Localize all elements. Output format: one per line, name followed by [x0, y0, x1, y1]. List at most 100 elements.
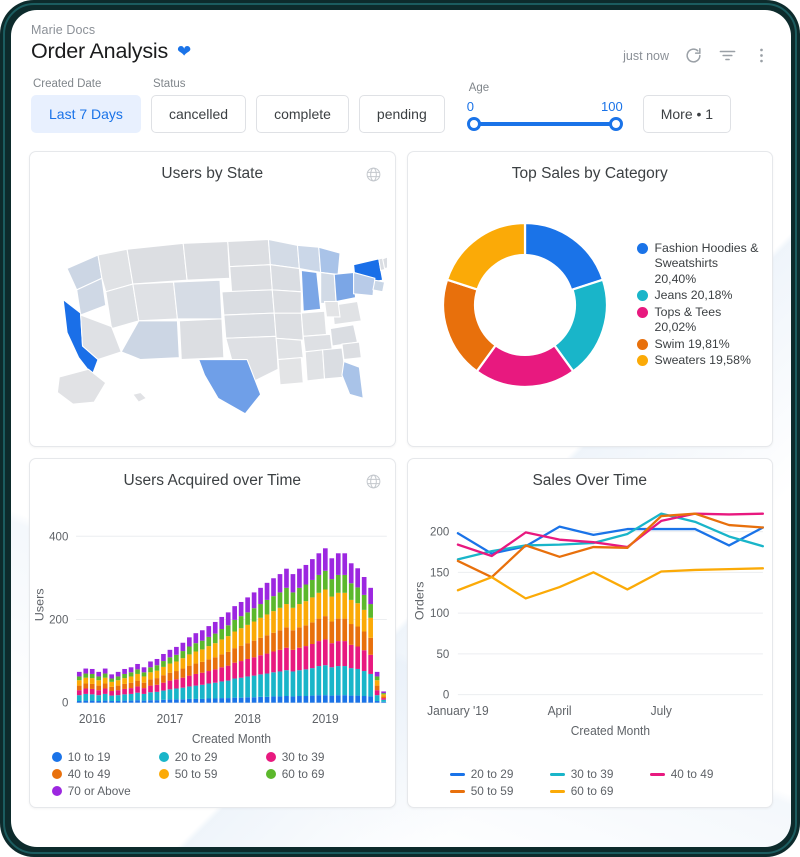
state-illinois [300, 269, 322, 312]
legend-label: 60 to 69 [281, 767, 325, 781]
globe-icon[interactable] [365, 473, 382, 490]
legend-label: 50 to 59 [470, 784, 514, 798]
state-new-mexico [178, 318, 225, 361]
legend-item[interactable]: Tops & Tees 20,02% [636, 304, 763, 336]
us-choropleth-map[interactable] [38, 192, 395, 440]
state-mississippi-alabama [304, 349, 326, 382]
svg-text:50: 50 [436, 647, 449, 661]
status-chip-row: cancelled complete pending [150, 95, 445, 133]
svg-text:2019: 2019 [312, 712, 339, 726]
svg-text:April: April [547, 703, 571, 717]
legend-line [549, 772, 565, 776]
heart-icon[interactable]: ❤ [177, 43, 191, 60]
status-chip-cancelled[interactable]: cancelled [150, 95, 247, 133]
legend-label: Tops & Tees 20,02% [654, 304, 722, 335]
state-kansas [223, 312, 277, 339]
state-wyoming [182, 240, 231, 281]
legend-item[interactable]: 40 to 49 [649, 767, 750, 781]
state-minnesota [267, 238, 300, 270]
dashboard-grid: Users by State Top Sales by Category Fas… [11, 133, 791, 808]
bar-chart-users-acquired[interactable]: 0 200 400 2016 2017 2018 2019 Created Month User… [30, 493, 395, 746]
state-hawaii [131, 391, 148, 403]
kebab-menu-icon[interactable] [752, 46, 771, 65]
state-new-jersey [372, 279, 386, 293]
age-slider-min-handle[interactable] [466, 117, 481, 131]
card-top-sales-by-category: Top Sales by Category Fashion Hoodies & … [406, 151, 773, 447]
legend-item[interactable]: 60 to 69 [265, 767, 373, 781]
legend-item[interactable]: Jeans 20,18% [636, 288, 763, 304]
breadcrumb[interactable]: Marie Docs [31, 23, 771, 37]
card-title-users-acquired: Users Acquired over Time [123, 472, 301, 489]
svg-text:2018: 2018 [234, 712, 261, 726]
card-title-users-by-state: Users by State [161, 165, 264, 182]
refresh-icon[interactable] [684, 46, 703, 65]
legend-dot [51, 769, 62, 779]
age-min-value: 0 [466, 99, 474, 114]
legend-item[interactable]: 50 to 59 [449, 784, 550, 798]
legend-item[interactable]: Fashion Hoodies & Sweatshirts 20,40% [636, 241, 763, 288]
line-chart-sales-over-time[interactable]: 0 50 100 150 200 January '19 April July Created … [408, 493, 773, 745]
legend-item[interactable]: Swim 19,81% [636, 337, 763, 353]
legend-label: 30 to 39 [281, 750, 325, 764]
donut-chart[interactable] [418, 205, 633, 405]
svg-text:0: 0 [442, 687, 449, 701]
filter-icon[interactable] [718, 46, 737, 65]
legend-label: 40 to 49 [67, 767, 111, 781]
legend-dot [265, 752, 276, 762]
donut-legend: Fashion Hoodies & Sweatshirts 20,40% Jea… [633, 241, 763, 370]
state-florida [341, 360, 364, 400]
card-title-top-sales: Top Sales by Category [511, 165, 668, 182]
legend-label: 50 to 59 [174, 767, 218, 781]
age-slider[interactable] [466, 115, 623, 133]
svg-text:January '19: January '19 [427, 703, 489, 717]
legend-item[interactable]: 20 to 29 [449, 767, 550, 781]
state-north-dakota [227, 238, 271, 268]
more-filters-button[interactable]: More • 1 [642, 95, 732, 133]
state-utah [132, 281, 178, 322]
legend-item[interactable]: 60 to 69 [549, 784, 650, 798]
legend-dot [636, 242, 648, 254]
svg-text:200: 200 [49, 612, 69, 626]
globe-icon[interactable] [365, 166, 382, 183]
created-date-filter: Created Date Last 7 Days [31, 78, 141, 133]
legend-line [449, 772, 465, 776]
legend-dot [51, 786, 62, 796]
legend-item[interactable]: 30 to 39 [265, 750, 373, 764]
age-slider-max-handle[interactable] [608, 117, 623, 131]
legend-item[interactable]: Sweaters 19,58% [636, 353, 763, 369]
age-label: Age [468, 82, 490, 94]
legend-item[interactable]: 10 to 19 [51, 750, 159, 764]
legend-item[interactable]: 20 to 29 [158, 750, 266, 764]
state-colorado [172, 279, 223, 320]
donut-slice-swim [442, 278, 498, 373]
status-label: Status [152, 78, 186, 90]
status-chip-complete[interactable]: complete [256, 95, 349, 133]
state-south-carolina [341, 341, 362, 361]
dashboard-screen: Marie Docs Order Analysis ❤ just now Cre… [11, 10, 791, 847]
more-filters-group: More • 1 [642, 95, 732, 133]
card-users-by-state: Users by State [29, 151, 396, 447]
legend-line [649, 772, 665, 776]
age-slider-values: 0 100 [467, 99, 623, 114]
svg-text:150: 150 [430, 565, 450, 579]
legend-dot [636, 355, 648, 366]
legend-item[interactable]: 30 to 39 [549, 767, 650, 781]
card-sales-over-time: Sales Over Time 0 50 100 150 200 January '19 A… [406, 458, 773, 808]
legend-line [549, 789, 565, 793]
legend-line [449, 789, 465, 793]
status-chip-pending[interactable]: pending [358, 95, 445, 133]
legend-label: 70 or Above [67, 784, 131, 798]
legend-item[interactable]: 70 or Above [51, 784, 373, 798]
card-title-sales-over-time: Sales Over Time [532, 472, 648, 489]
state-west-virginia [323, 300, 341, 318]
state-wisconsin [296, 244, 322, 274]
card-users-acquired: Users Acquired over Time 0 200 400 2016 2017… [29, 458, 396, 808]
created-date-chip[interactable]: Last 7 Days [31, 95, 141, 133]
legend-dot [636, 306, 648, 318]
legend-item[interactable]: 50 to 59 [158, 767, 266, 781]
state-nebraska [221, 289, 275, 316]
legend-item[interactable]: 40 to 49 [51, 767, 159, 781]
age-filter: Age 0 100 [466, 82, 623, 133]
state-kentucky [300, 310, 328, 337]
legend-dot [636, 290, 648, 301]
